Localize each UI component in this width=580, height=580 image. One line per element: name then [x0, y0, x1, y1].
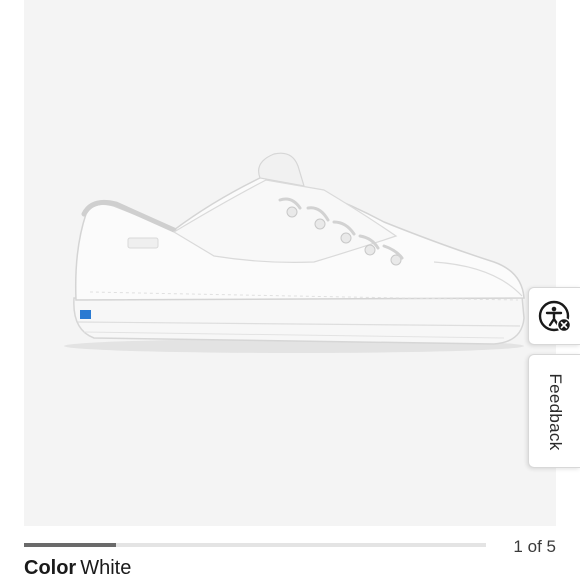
carousel-progress-fill — [24, 543, 117, 547]
brand-badge — [80, 310, 91, 319]
product-page: Feedback 1 of 5 Color White — [0, 0, 580, 580]
carousel-current: 1 — [513, 537, 523, 556]
accessibility-icon — [538, 300, 572, 333]
sneaker-image — [64, 152, 525, 353]
feedback-button[interactable]: Feedback — [528, 354, 580, 468]
color-selection: Color White — [24, 557, 131, 580]
color-value: White — [80, 557, 132, 579]
carousel-counter: 1 of 5 — [513, 537, 556, 557]
accessibility-button[interactable] — [528, 287, 580, 345]
color-label: Color — [24, 557, 77, 579]
carousel-total: 5 — [546, 537, 556, 556]
product-image[interactable] — [24, 0, 556, 526]
carousel-progress-bar — [24, 543, 486, 547]
feedback-label: Feedback — [546, 373, 565, 451]
carousel-of: of — [527, 537, 542, 556]
